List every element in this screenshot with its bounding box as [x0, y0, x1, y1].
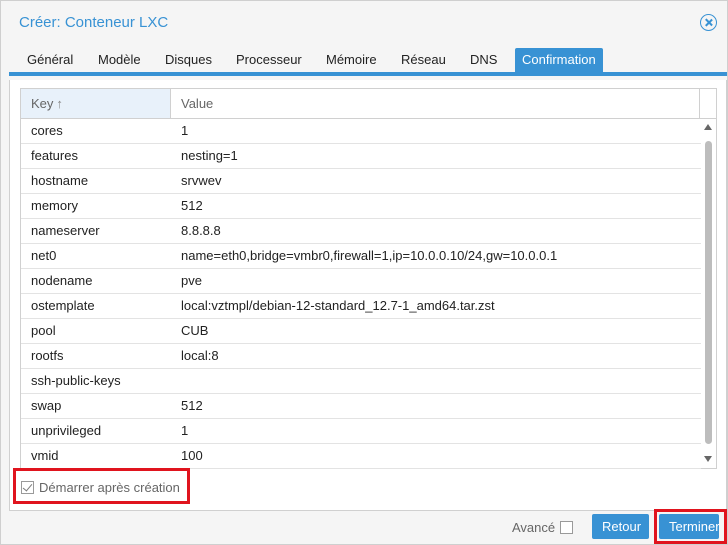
dialog-titlebar: Créer: Conteneur LXC: [1, 1, 727, 41]
row-key: pool: [31, 323, 56, 338]
row-value: 100: [181, 448, 203, 463]
table-row[interactable]: features nesting=1: [21, 144, 701, 169]
table-row[interactable]: net0 name=eth0,bridge=vmbr0,firewall=1,ip…: [21, 244, 701, 269]
row-value: nesting=1: [181, 148, 238, 163]
table-row[interactable]: swap 512: [21, 394, 701, 419]
row-key: cores: [31, 123, 63, 138]
create-container-dialog: Créer: Conteneur LXC Général Modèle Disq…: [0, 0, 728, 545]
table-row[interactable]: ssh-public-keys: [21, 369, 701, 394]
table-row[interactable]: pool CUB: [21, 319, 701, 344]
row-key: ssh-public-keys: [31, 373, 121, 388]
tab-general[interactable]: Général: [20, 48, 80, 72]
highlight-box-start-option: [13, 468, 190, 504]
row-key: features: [31, 148, 78, 163]
checkbox-unchecked-icon[interactable]: [560, 520, 574, 534]
column-header-value-label: Value: [181, 96, 214, 111]
row-value: pve: [181, 273, 202, 288]
row-value: srvwev: [181, 173, 222, 188]
row-value: local:vztmpl/debian-12-standard_12.7-1_a…: [181, 298, 495, 313]
row-value: 1: [181, 123, 189, 138]
sort-ascending-icon: ↑: [56, 96, 63, 111]
tab-disks[interactable]: Disques: [158, 48, 219, 72]
tab-network[interactable]: Réseau: [394, 48, 453, 72]
dialog-title: Créer: Conteneur LXC: [19, 14, 169, 31]
row-key: hostname: [31, 173, 89, 188]
summary-grid: Key ↑ Value cores 1 features nesting=1 host…: [20, 88, 717, 469]
wizard-tabbar: Général Modèle Disques Processeur Mémoir…: [9, 44, 727, 76]
table-row[interactable]: hostname srvwev: [21, 169, 701, 194]
table-row[interactable]: ostemplate local:vztmpl/debian-12-standar…: [21, 294, 701, 319]
column-header-value[interactable]: Value: [171, 89, 700, 118]
row-key: vmid: [31, 448, 59, 463]
grid-header: Key ↑ Value: [21, 89, 716, 119]
column-header-key[interactable]: Key ↑: [21, 89, 171, 118]
row-key: ostemplate: [31, 298, 95, 313]
table-row[interactable]: nodename pve: [21, 269, 701, 294]
table-row[interactable]: unprivileged 1: [21, 419, 701, 444]
column-header-key-label: Key: [31, 96, 54, 111]
scroll-thumb[interactable]: [705, 141, 712, 444]
row-key: memory: [31, 198, 78, 213]
grid-scrollbar[interactable]: [701, 119, 716, 468]
tab-dns[interactable]: DNS: [463, 48, 504, 72]
confirmation-panel: Key ↑ Value cores 1 features nesting=1 host…: [9, 80, 727, 510]
advanced-label: Avancé: [512, 519, 556, 535]
row-key: nameserver: [31, 223, 100, 238]
row-value: 512: [181, 198, 203, 213]
close-icon[interactable]: [700, 14, 717, 31]
highlight-box-finish-button: [654, 509, 727, 544]
tab-cpu[interactable]: Processeur: [229, 48, 309, 72]
row-value: 512: [181, 398, 203, 413]
scroll-down-icon[interactable]: [704, 456, 712, 462]
tab-confirmation[interactable]: Confirmation: [515, 48, 603, 72]
table-row[interactable]: cores 1: [21, 119, 701, 144]
advanced-checkbox[interactable]: Avancé: [512, 517, 574, 537]
back-button[interactable]: Retour: [592, 514, 649, 539]
table-row[interactable]: rootfs local:8: [21, 344, 701, 369]
table-row[interactable]: nameserver 8.8.8.8: [21, 219, 701, 244]
row-key: unprivileged: [31, 423, 102, 438]
grid-rows: cores 1 features nesting=1 hostname srvwev …: [21, 119, 701, 469]
table-row[interactable]: vmid 100: [21, 444, 701, 469]
tab-memory[interactable]: Mémoire: [319, 48, 384, 72]
row-value: name=eth0,bridge=vmbr0,firewall=1,ip=10.…: [181, 248, 558, 263]
table-row[interactable]: memory 512: [21, 194, 701, 219]
row-value: 8.8.8.8: [181, 223, 221, 238]
row-key: nodename: [31, 273, 93, 288]
tab-template[interactable]: Modèle: [91, 48, 148, 72]
row-value: local:8: [181, 348, 219, 363]
scroll-up-icon[interactable]: [704, 124, 712, 130]
row-key: net0: [31, 248, 57, 263]
row-key: rootfs: [31, 348, 64, 363]
row-value: CUB: [181, 323, 209, 338]
row-key: swap: [31, 398, 62, 413]
row-value: 1: [181, 423, 189, 438]
